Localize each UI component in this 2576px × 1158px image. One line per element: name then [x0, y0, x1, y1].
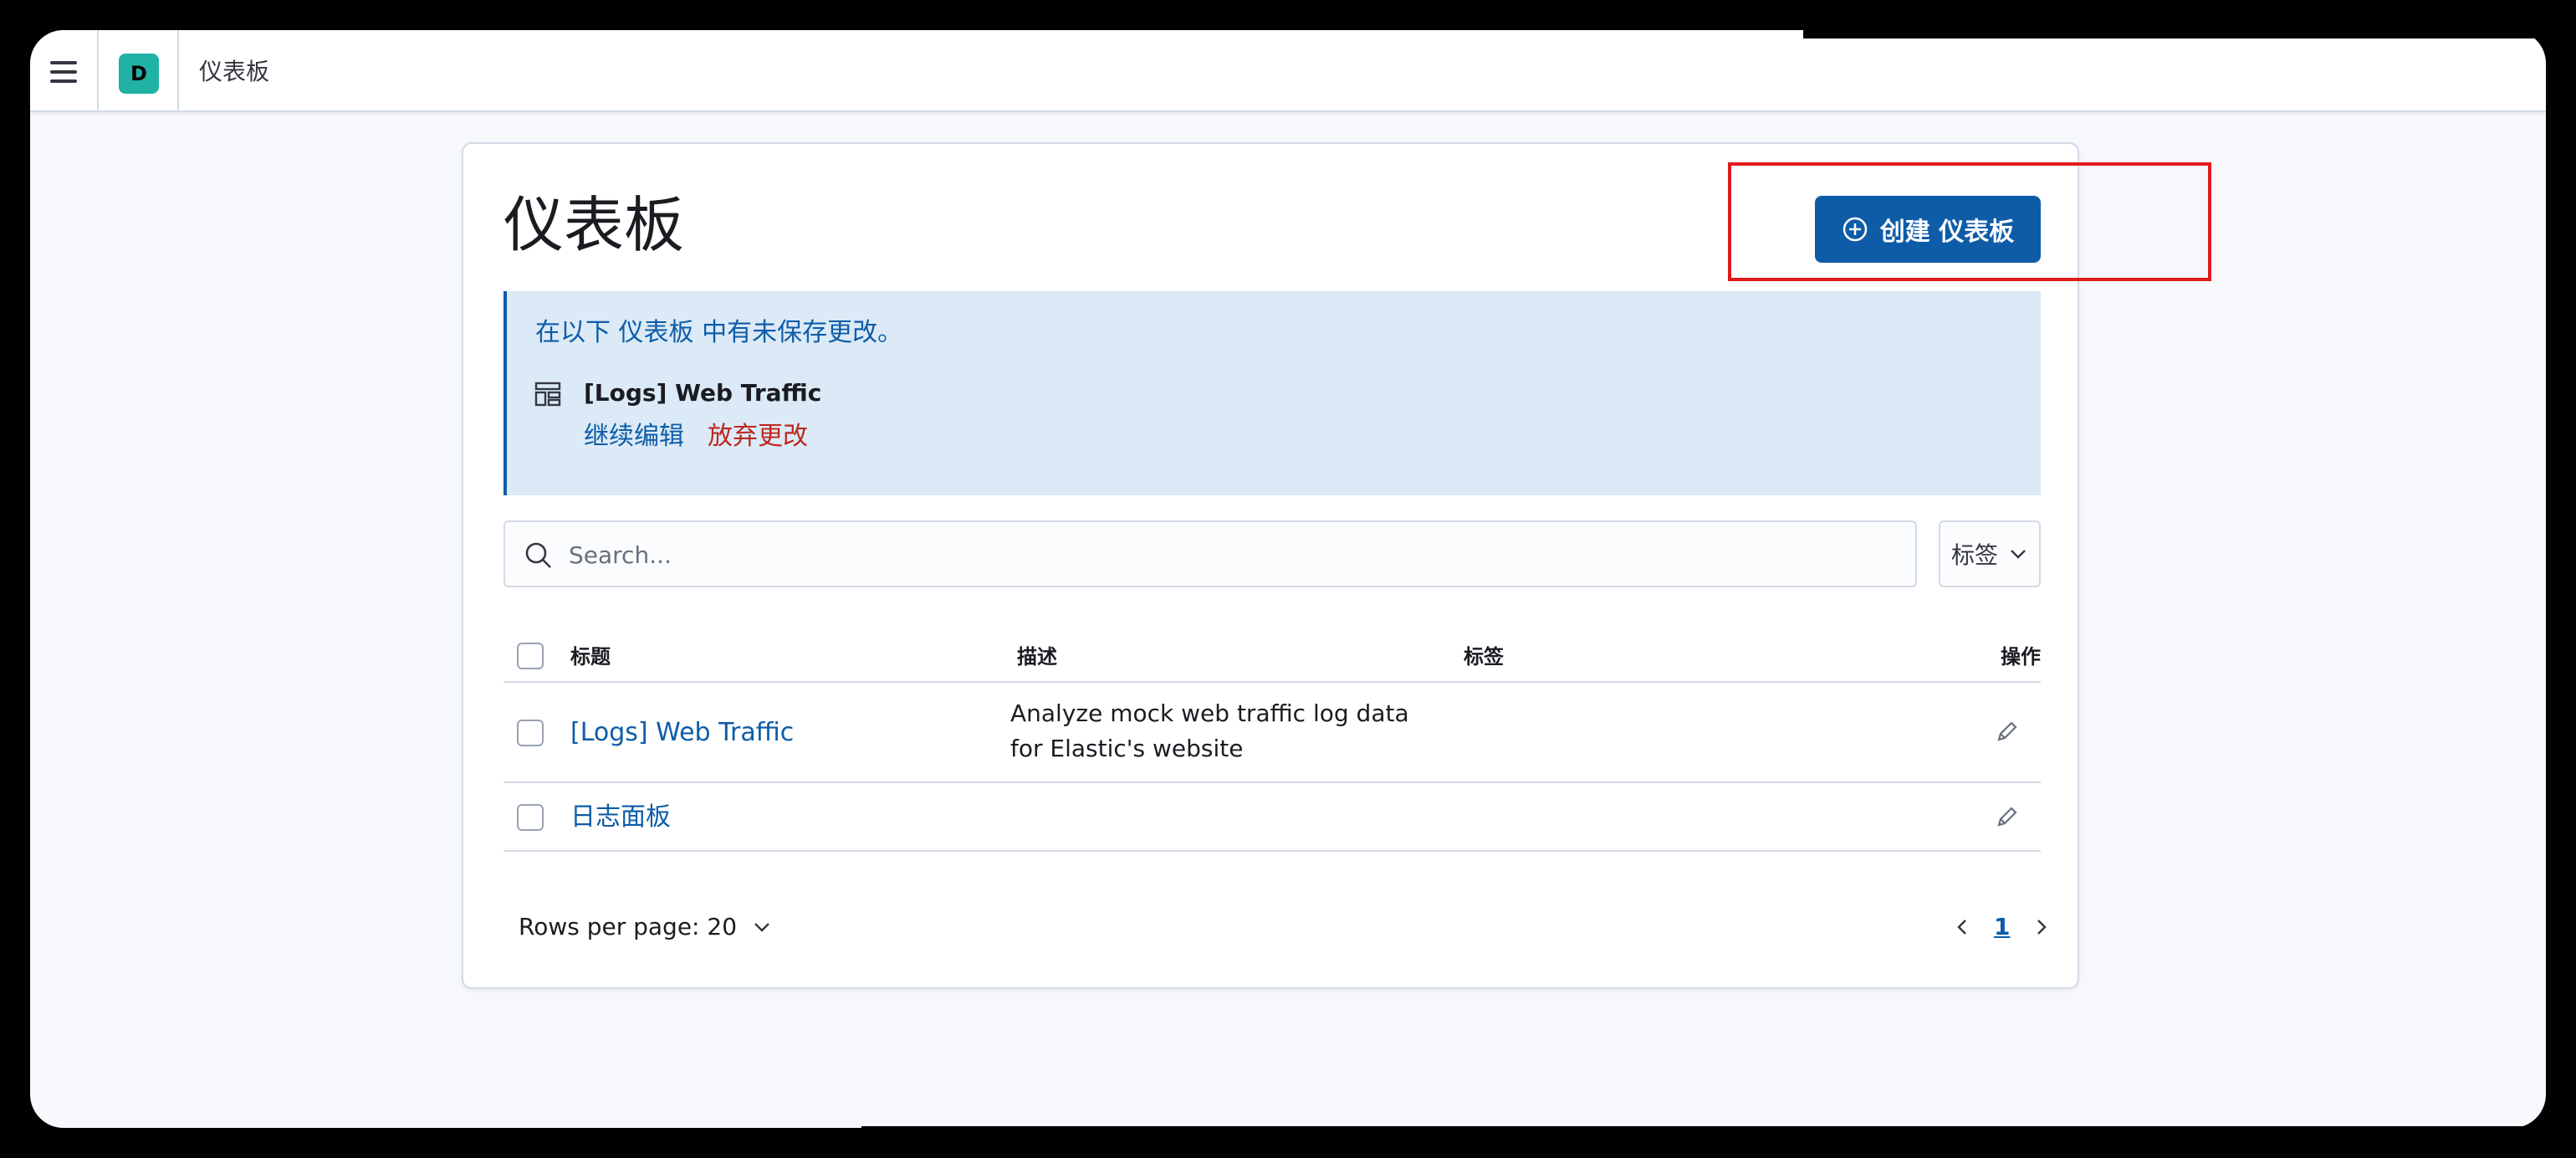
rows-per-page-label: Rows per page: 20 — [519, 913, 738, 940]
chevron-left-icon[interactable] — [1952, 917, 1972, 937]
table-header: 标题 描述 标签 操作 — [503, 629, 2041, 683]
column-header-actions: 操作 — [2001, 645, 2041, 669]
header-divider — [177, 30, 179, 112]
column-header-title[interactable]: 标题 — [570, 644, 611, 669]
pencil-icon[interactable] — [1992, 803, 2021, 832]
row-checkbox[interactable] — [517, 720, 544, 746]
unsaved-changes-callout: 在以下 仪表板 中有未保存更改。 [Logs] Web Traffic 继续编辑… — [503, 291, 2041, 495]
unsaved-dashboard-name: [Logs] Web Traffic — [584, 379, 822, 407]
pagination: 1 — [1952, 910, 2052, 944]
tags-filter-button[interactable]: 标签 — [1939, 520, 2041, 587]
search-icon — [525, 542, 551, 568]
dashboard-description: Analyze mock web traffic log data for El… — [1010, 699, 1409, 762]
table-row: [Logs] Web Traffic Analyze mock web traf… — [503, 683, 2041, 783]
column-header-description: 描述 — [1017, 645, 1057, 669]
table-row: 日志面板 — [503, 783, 2041, 852]
dashboard-icon — [534, 382, 561, 407]
top-navigation-bar: D 仪表板 — [30, 30, 2546, 112]
column-header-tags: 标签 — [1464, 645, 1504, 669]
search-field[interactable] — [503, 520, 1917, 587]
search-input[interactable] — [569, 534, 1890, 576]
space-avatar[interactable]: D — [119, 54, 159, 94]
select-all-checkbox[interactable] — [517, 643, 544, 669]
annotation-highlight-box — [1728, 162, 2211, 281]
continue-editing-link[interactable]: 继续编辑 — [584, 420, 684, 453]
watermark-bar — [1803, 18, 2576, 38]
rows-per-page-selector[interactable]: Rows per page: 20 — [519, 910, 772, 944]
row-checkbox[interactable] — [517, 804, 544, 831]
page-number-current[interactable]: 1 — [1994, 910, 2010, 944]
tags-filter-label: 标签 — [1950, 541, 1998, 569]
chevron-down-icon — [2011, 550, 2026, 559]
dashboard-title-link[interactable]: 日志面板 — [570, 801, 671, 834]
menu-icon[interactable] — [43, 52, 84, 92]
page-title: 仪表板 — [503, 190, 685, 260]
pencil-icon[interactable] — [1992, 718, 2021, 746]
dashboard-title-link[interactable]: [Logs] Web Traffic — [570, 716, 794, 750]
callout-message: 在以下 仪表板 中有未保存更改。 — [535, 318, 903, 347]
chevron-right-icon[interactable] — [2032, 917, 2052, 937]
discard-changes-link[interactable]: 放弃更改 — [708, 420, 808, 453]
dashboards-table: 标题 描述 标签 操作 [Logs] Web Traffic Analyze m… — [503, 629, 2041, 852]
header-divider — [97, 30, 99, 112]
breadcrumb: 仪表板 — [199, 58, 270, 85]
chevron-down-icon — [754, 923, 769, 932]
watermark-bar — [861, 1126, 2576, 1158]
